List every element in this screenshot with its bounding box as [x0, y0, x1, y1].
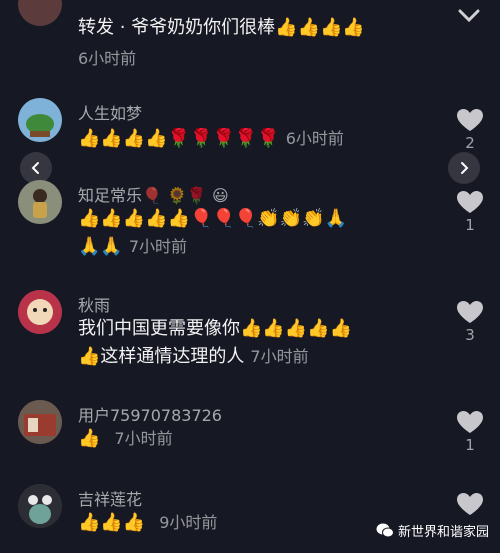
chevron-right-icon	[461, 162, 469, 174]
comment-time: 6小时前	[285, 129, 344, 148]
comment-text: 我们中国更需要像你👍👍👍👍👍	[78, 318, 353, 339]
comment-username[interactable]: 吉祥莲花	[78, 486, 142, 510]
chevron-left-icon	[31, 162, 39, 174]
comment-username[interactable]: 秋雨	[78, 292, 110, 316]
like-button[interactable]: 1	[455, 190, 485, 234]
comment-text-content: 👍👍👍	[78, 512, 146, 533]
heart-icon	[457, 411, 483, 433]
comment-time: 6小时前	[78, 49, 137, 68]
comment-username[interactable]: 知足常乐🎈 🌻🌹 😃	[78, 182, 229, 206]
like-count: 3	[465, 326, 475, 344]
comment-text-content: 👍这样通情达理的人	[78, 346, 245, 367]
like-button[interactable]	[455, 492, 485, 516]
comment-time: 7小时前	[250, 347, 309, 366]
comment-text: 👍这样通情达理的人 7小时前	[78, 344, 309, 370]
comment-username[interactable]: 用户75970783726	[78, 402, 222, 426]
like-button[interactable]: 2	[455, 108, 485, 152]
prev-button[interactable]	[20, 152, 52, 184]
comment-text: 👍👍👍 9小时前	[78, 510, 217, 536]
next-button[interactable]	[448, 152, 480, 184]
like-count: 2	[465, 134, 475, 152]
avatar[interactable]	[18, 180, 62, 224]
avatar[interactable]	[18, 98, 62, 142]
comment-text: 转发 · 爷爷奶奶你们很棒👍👍👍👍	[78, 17, 365, 38]
comment-text: 👍👍👍👍🌹🌹🌹🌹🌹 6小时前	[78, 126, 344, 152]
watermark: 新世界和谐家园	[376, 521, 489, 540]
comment-text-content: 👍👍👍👍🌹🌹🌹🌹🌹	[78, 128, 280, 149]
heart-icon	[457, 191, 483, 213]
avatar[interactable]	[18, 0, 62, 26]
comment-text: 👍👍👍👍👍🎈🎈🎈👏👏👏🙏	[78, 208, 347, 229]
avatar[interactable]	[18, 484, 62, 528]
comment-time: 9小时前	[159, 513, 218, 532]
comment-text: 👍 7小时前	[78, 426, 173, 452]
heart-icon	[457, 301, 483, 323]
avatar[interactable]	[18, 290, 62, 334]
comment-time: 7小时前	[128, 237, 188, 256]
like-button[interactable]: 3	[455, 300, 485, 344]
heart-icon	[457, 109, 483, 131]
comment-text-content: 👍	[78, 428, 101, 449]
avatar[interactable]	[18, 400, 62, 444]
wechat-icon	[376, 523, 394, 538]
chevron-down-icon	[458, 9, 480, 23]
comment-time: 7小时前	[114, 429, 173, 448]
like-count: 1	[465, 436, 475, 454]
watermark-text: 新世界和谐家园	[398, 525, 490, 540]
comment-username[interactable]: 人生如梦	[78, 100, 142, 124]
heart-icon	[457, 493, 483, 515]
comment-text: 🙏🙏 7小时前	[78, 234, 187, 260]
collapse-chevron[interactable]	[458, 8, 480, 27]
comment-text-content: 🙏🙏	[78, 236, 123, 257]
like-button[interactable]: 1	[455, 410, 485, 454]
like-count: 1	[465, 216, 475, 234]
